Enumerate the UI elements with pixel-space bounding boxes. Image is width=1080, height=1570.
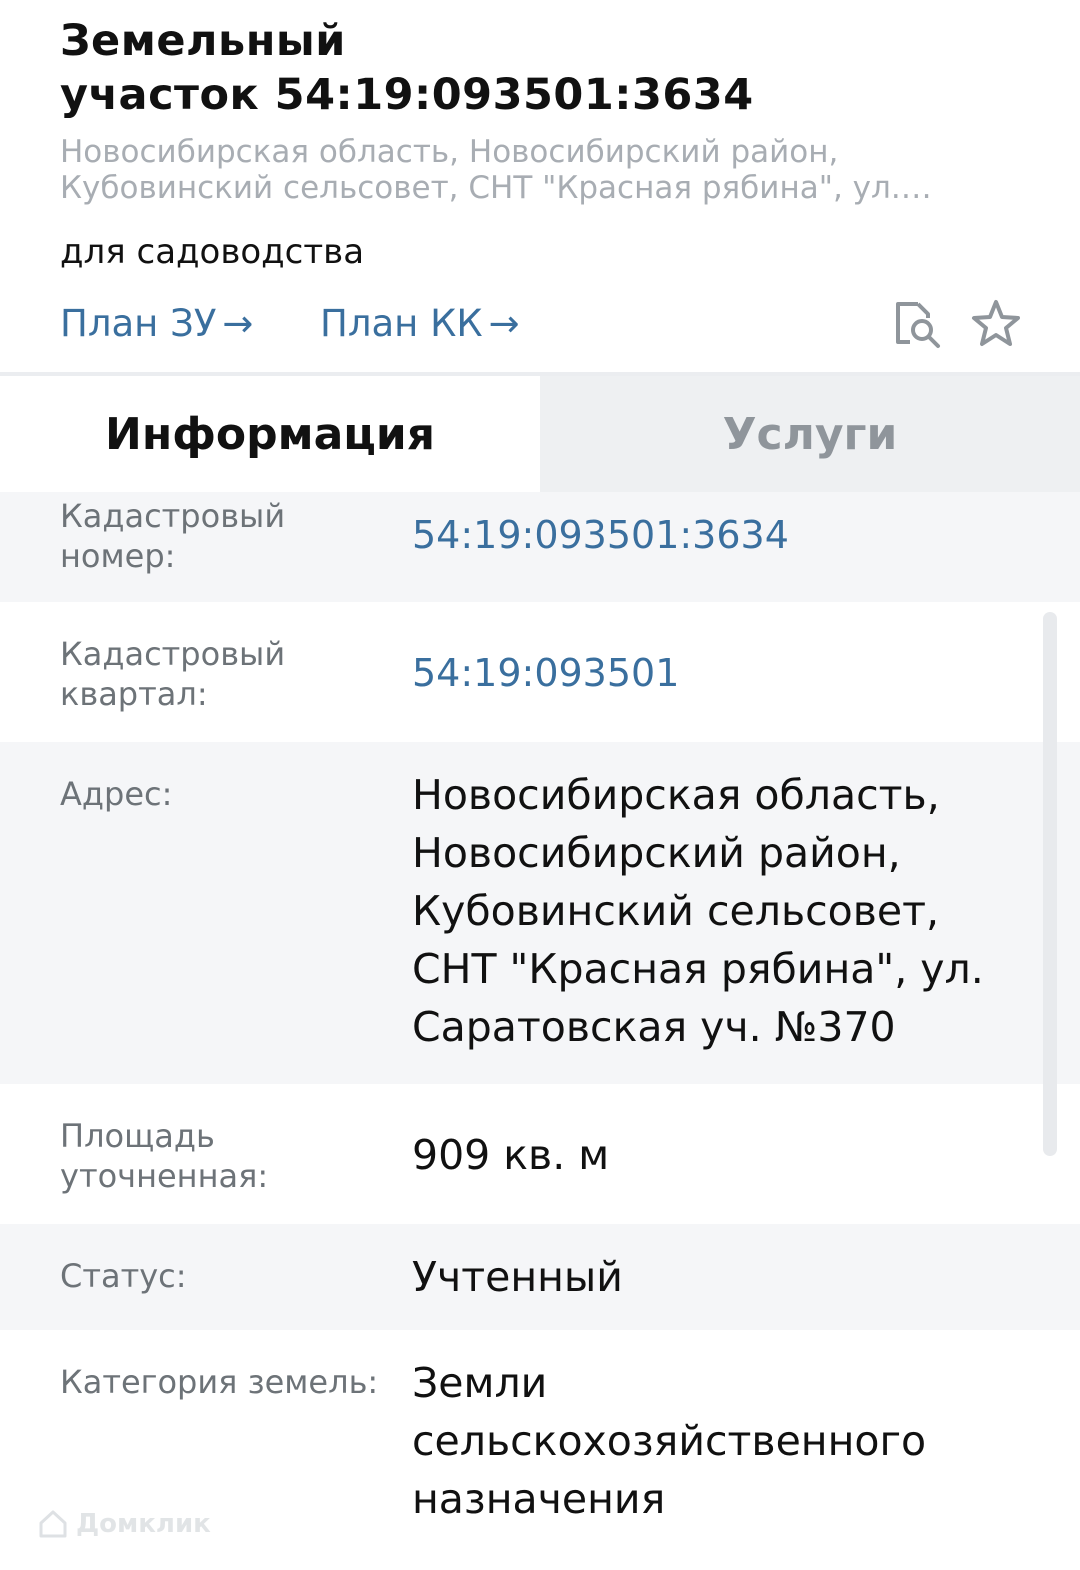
tab-bar: Информация Услуги: [0, 376, 1080, 492]
plan-kk-link[interactable]: План КК →: [320, 300, 520, 348]
info-row-address: Адрес: Новосибирская область, Новосибирс…: [0, 742, 1080, 1084]
info-label: Адрес:: [60, 775, 173, 813]
arrow-right-icon: →: [222, 302, 254, 345]
info-row-status: Статус: Учтенный: [0, 1224, 1080, 1330]
address-value: Новосибирская область, Новосибирский рай…: [412, 771, 984, 1051]
tab-information[interactable]: Информация: [0, 376, 540, 492]
info-row-cadastral-number: Кадастровый номер: 54:19:093501:3634: [0, 492, 1080, 602]
object-header: Земельный участок 54:19:093501:3634 Ново…: [0, 0, 1080, 376]
info-label: Кадастровый квартал:: [60, 635, 286, 713]
watermark-text: Домклик: [76, 1509, 211, 1539]
info-label: Кадастровый номер:: [60, 497, 286, 575]
arrow-right-icon: →: [488, 302, 520, 345]
info-row-cadastral-block: Кадастровый квартал: 54:19:093501: [0, 602, 1080, 742]
land-purpose: для садоводства: [60, 232, 365, 272]
cadastral-number-link[interactable]: 54:19:093501:3634: [412, 506, 1022, 564]
status-value: Учтенный: [412, 1253, 623, 1301]
area-value: 909 кв. м: [412, 1131, 610, 1179]
plan-zu-link[interactable]: План ЗУ →: [60, 300, 253, 348]
info-label: Статус:: [60, 1257, 187, 1295]
scrollbar[interactable]: [1043, 612, 1057, 1156]
info-row-area: Площадь уточненная: 909 кв. м: [0, 1084, 1080, 1224]
address-preview: Новосибирская область, Новосибирский рай…: [60, 134, 932, 206]
home-logo-icon: [39, 1510, 67, 1538]
info-label: Категория земель:: [60, 1363, 379, 1401]
cadastral-block-link[interactable]: 54:19:093501: [412, 644, 1022, 702]
plan-kk-label: План КК: [320, 302, 483, 345]
star-icon[interactable]: [968, 296, 1024, 352]
land-category-value: Земли сельскохозяйственного назначения: [412, 1359, 927, 1523]
tab-services[interactable]: Услуги: [540, 376, 1080, 492]
plan-zu-label: План ЗУ: [60, 302, 217, 345]
document-search-icon[interactable]: [888, 296, 944, 352]
watermark: Домклик: [36, 1504, 211, 1544]
page-title: Земельный участок 54:19:093501:3634: [60, 16, 754, 120]
info-label: Площадь уточненная:: [60, 1117, 269, 1195]
